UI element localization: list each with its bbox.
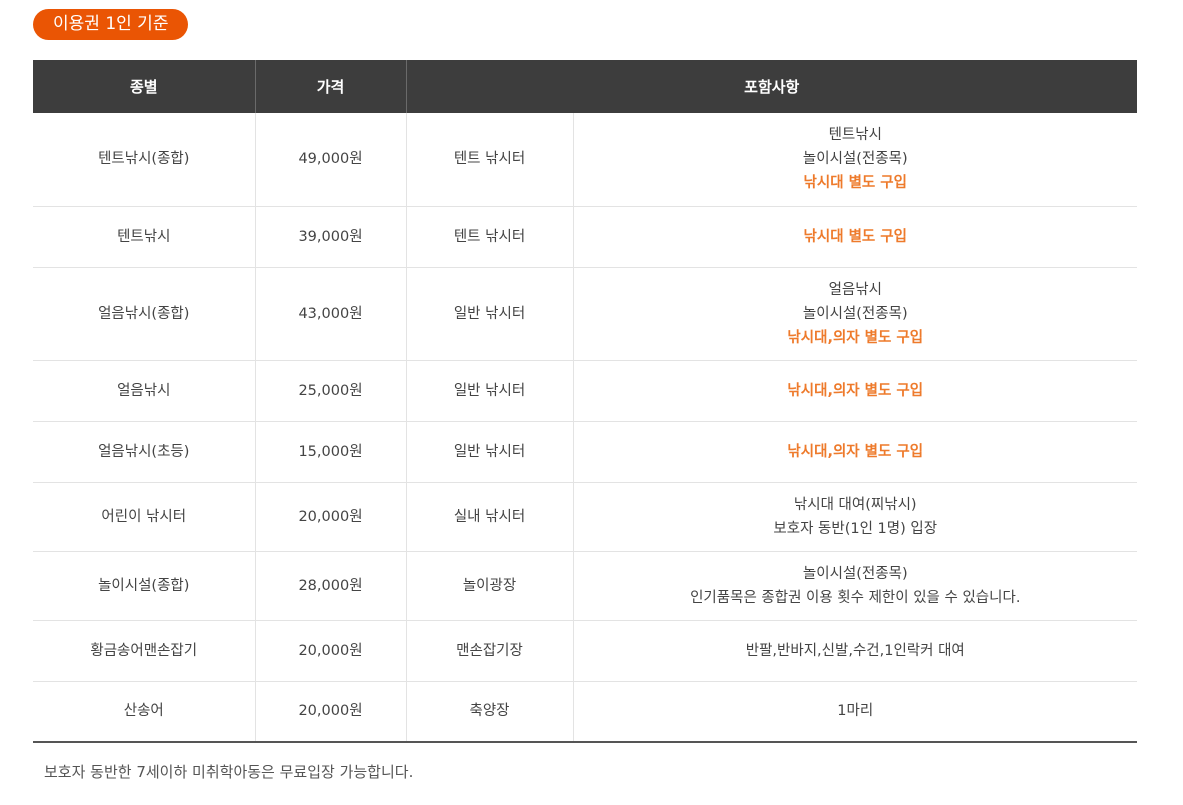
cell-type: 얼음낚시(초등) [33,421,255,483]
cell-price: 43,000원 [254,267,406,361]
cell-price: 25,000원 [254,360,406,422]
cell-includes: 낚시대 별도 구입 [572,206,1138,268]
price-table: 종별 가격 포함사항 텐트낚시(종합) 49,000원 텐트 낚시터 텐트낚시 놀이시설… [33,60,1138,743]
purchase-note: 낚시대,의자 별도 구입 [787,329,924,346]
cell-includes: 1마리 [572,681,1138,743]
cell-includes: 낚시대 대여(찌낚시) 보호자 동반(1인 1명) 입장 [572,482,1138,552]
price-table-body: 텐트낚시(종합) 49,000원 텐트 낚시터 텐트낚시 놀이시설(전종목) 낚시대 별도… [33,113,1138,743]
cell-type: 텐트낚시 [33,206,255,268]
cell-place: 텐트 낚시터 [405,113,573,207]
cell-price: 28,000원 [254,551,406,621]
table-row: 놀이시설(종합) 28,000원 놀이광장 놀이시설(전종목) 인기품목은 종합권 이용… [33,551,1138,621]
cell-price: 20,000원 [254,620,406,682]
cell-place: 일반 낚시터 [405,421,573,483]
include-line: 낚시대 대여(찌낚시) [793,496,917,513]
cell-type: 얼음낚시(종합) [33,267,255,361]
cell-type: 산송어 [33,681,255,743]
include-line: 텐트낚시 [828,127,882,144]
table-row: 텐트낚시(종합) 49,000원 텐트 낚시터 텐트낚시놀이시설(전종목) 낚시대 별도… [33,113,1138,207]
cell-place: 축양장 [405,681,573,743]
cell-includes: 얼음낚시놀이시설(전종목) 낚시대,의자 별도 구입 [572,267,1138,361]
cell-includes: 낚시대,의자 별도 구입 [572,421,1138,483]
cell-place: 일반 낚시터 [405,267,573,361]
cell-price: 49,000원 [254,113,406,207]
cell-price: 20,000원 [254,482,406,552]
include-line: 얼음낚시 [828,281,882,298]
cell-includes: 텐트낚시놀이시설(전종목) 낚시대 별도 구입 [572,113,1138,207]
include-line: 놀이시설(전종목) [802,565,908,582]
cell-type: 얼음낚시 [33,360,255,422]
pass-badge: 이용권 1인 기준 [33,9,189,40]
table-row: 황금송어맨손잡기 20,000원 맨손잡기장 반팔,반바지,신발,수건,1인락커 대여 [33,620,1138,682]
include-line: 보호자 동반(1인 1명) 입장 [773,520,938,537]
cell-place: 일반 낚시터 [405,360,573,422]
table-row: 어린이 낚시터 20,000원 실내 낚시터 낚시대 대여(찌낚시) 보호자 동반(1인… [33,482,1138,552]
cell-type: 놀이시설(종합) [33,551,255,621]
cell-includes: 낚시대,의자 별도 구입 [572,360,1138,422]
cell-place: 맨손잡기장 [405,620,573,682]
purchase-note: 낚시대 별도 구입 [803,228,907,245]
include-line: 놀이시설(전종목) [802,305,908,322]
cell-includes: 놀이시설(전종목) 인기품목은 종합권 이용 횟수 제한이 있을 수 있습니다. [572,551,1138,621]
cell-price: 20,000원 [254,681,406,743]
cell-type: 황금송어맨손잡기 [33,620,255,682]
table-row: 텐트낚시 39,000원 텐트 낚시터 낚시대 별도 구입 [33,206,1138,268]
table-row: 얼음낚시(종합) 43,000원 일반 낚시터 얼음낚시놀이시설(전종목) 낚시대,의자… [33,267,1138,361]
include-line: 인기품목은 종합권 이용 횟수 제한이 있을 수 있습니다. [690,589,1021,606]
cell-place: 놀이광장 [405,551,573,621]
cell-type: 텐트낚시(종합) [33,113,255,207]
purchase-note: 낚시대,의자 별도 구입 [787,382,924,399]
cell-type: 어린이 낚시터 [33,482,255,552]
header-price: 가격 [254,60,406,113]
cell-price: 15,000원 [254,421,406,483]
cell-place: 텐트 낚시터 [405,206,573,268]
purchase-note: 낚시대,의자 별도 구입 [787,443,924,460]
free-entry-note: 보호자 동반한 7세이하 미취학아동은 무료입장 가능합니다. [44,763,414,781]
table-row: 산송어 20,000원 축양장 1마리 [33,681,1138,743]
cell-price: 39,000원 [254,206,406,268]
purchase-note: 낚시대 별도 구입 [803,175,907,192]
include-line: 1마리 [837,703,874,720]
include-line: 반팔,반바지,신발,수건,1인락커 대여 [745,642,965,659]
table-row: 얼음낚시 25,000원 일반 낚시터 낚시대,의자 별도 구입 [33,360,1138,422]
include-line: 놀이시설(전종목) [802,151,908,168]
table-header-row: 종별 가격 포함사항 [33,60,1138,113]
header-includes: 포함사항 [405,60,1138,113]
header-type: 종별 [33,60,255,113]
cell-includes: 반팔,반바지,신발,수건,1인락커 대여 [572,620,1138,682]
cell-place: 실내 낚시터 [405,482,573,552]
table-row: 얼음낚시(초등) 15,000원 일반 낚시터 낚시대,의자 별도 구입 [33,421,1138,483]
